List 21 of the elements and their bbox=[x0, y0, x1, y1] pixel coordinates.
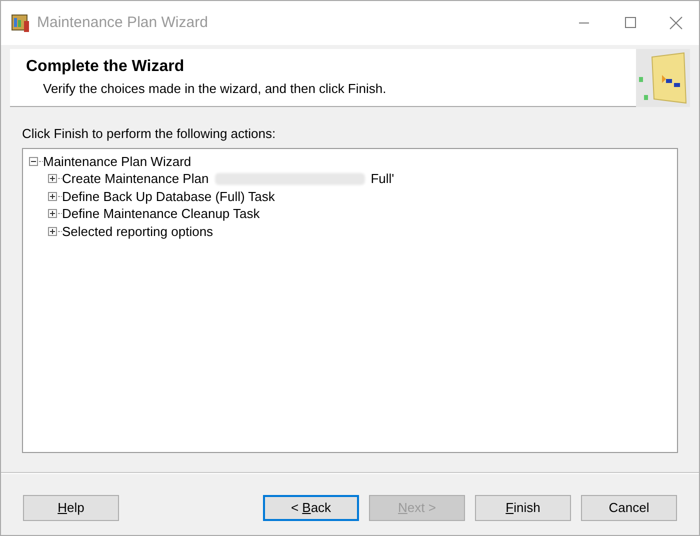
header-title: Complete the Wizard bbox=[26, 57, 186, 77]
dialog-button[interactable]: Cancel bbox=[581, 494, 677, 520]
tree-item: Full' bbox=[370, 170, 394, 188]
header-subtitle: Verify the choices made in the wizard, and then click Finish. bbox=[42, 80, 386, 98]
tree-item[interactable]: Create Maintenance Plan bbox=[62, 169, 209, 188]
tree-item[interactable]: Define Maintenance Cleanup Task bbox=[62, 204, 260, 224]
collapse-icon[interactable] bbox=[29, 156, 38, 166]
expand-icon[interactable] bbox=[48, 209, 57, 218]
expand-icon[interactable] bbox=[48, 226, 57, 236]
tree-item[interactable]: Define Back Up Database (Full) Task bbox=[62, 186, 275, 206]
window-title: Maintenance Plan Wizard bbox=[37, 12, 208, 33]
expand-icon[interactable] bbox=[48, 192, 57, 201]
dialog-button[interactable]: < Back bbox=[263, 494, 359, 520]
dialog-button[interactable]: Help bbox=[23, 494, 119, 520]
instruction-text: Click Finish to perform the following actions: bbox=[22, 125, 277, 143]
app-icon bbox=[11, 13, 31, 33]
expand-icon[interactable] bbox=[48, 174, 57, 184]
tree-item[interactable]: Maintenance Plan Wizard bbox=[43, 152, 192, 171]
dialog-button[interactable]: Finish bbox=[475, 494, 571, 520]
wizard-graphic-icon bbox=[636, 49, 690, 107]
tree-item[interactable]: Selected reporting options bbox=[62, 222, 214, 241]
